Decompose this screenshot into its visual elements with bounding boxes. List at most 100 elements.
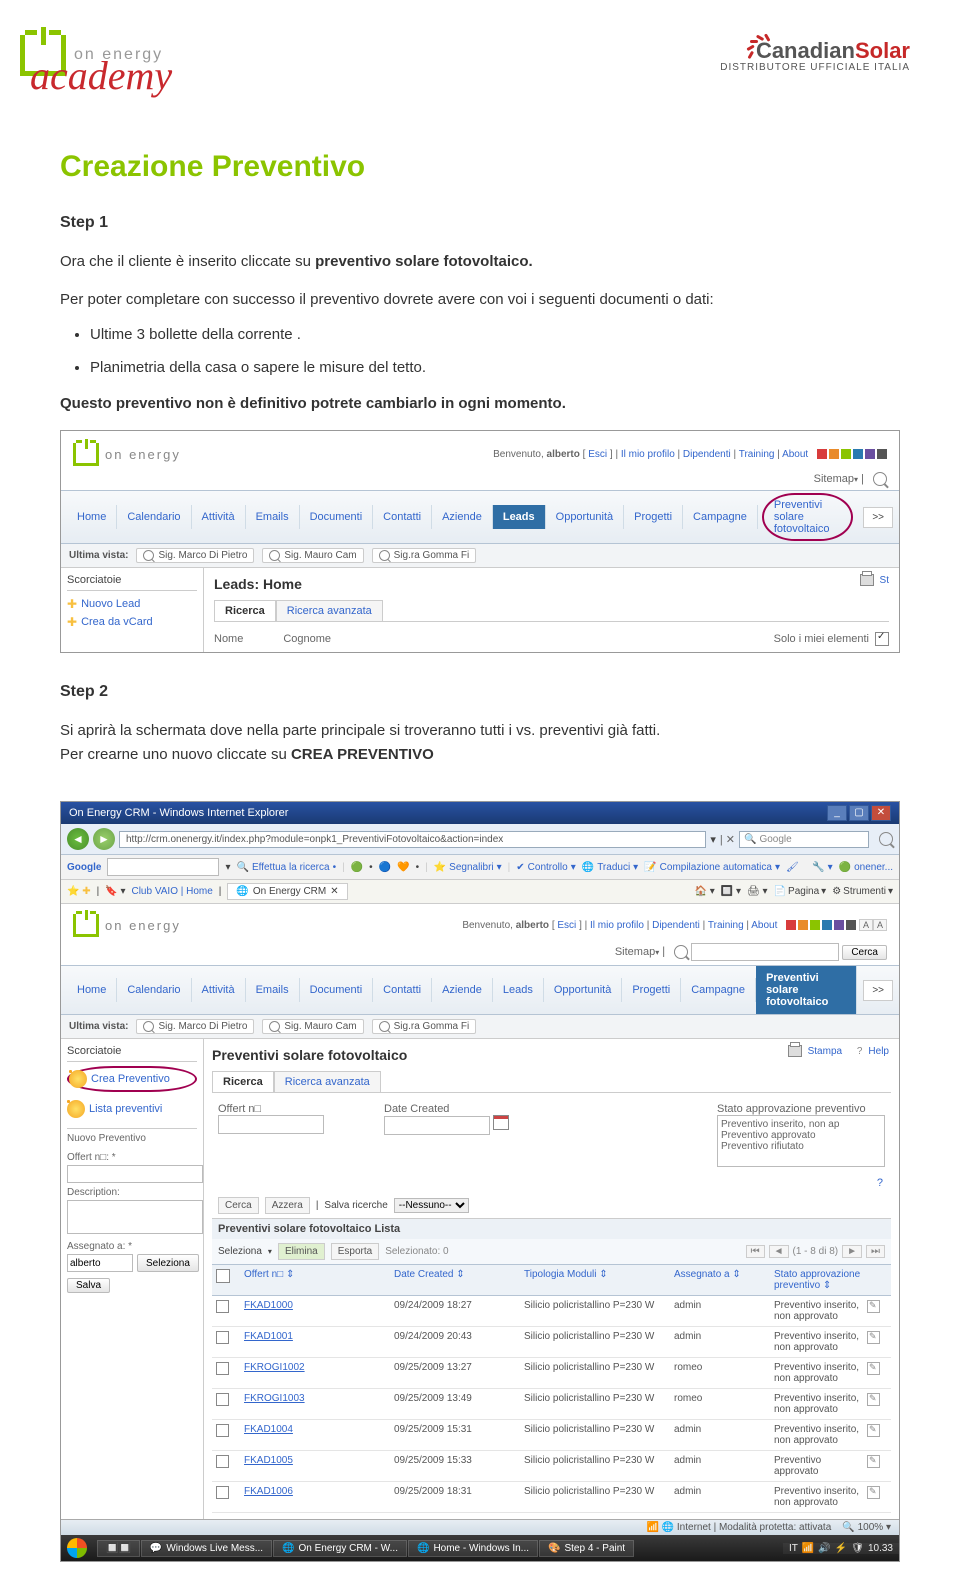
profile-link[interactable]: Il mio profilo — [621, 449, 675, 460]
tab-ricerca-avanzata[interactable]: Ricerca avanzata — [276, 600, 383, 621]
nav-aziende[interactable]: Aziende — [432, 505, 493, 529]
edit-icon[interactable] — [867, 1393, 880, 1406]
row-link[interactable]: FKAD1005 — [244, 1455, 293, 1466]
nav-opportunita[interactable]: Opportunità — [546, 505, 624, 529]
favorites-button[interactable]: ⭐ ✚ — [67, 886, 91, 897]
row-link[interactable]: FKAD1004 — [244, 1424, 293, 1435]
col-date[interactable]: Date Created ⇕ — [394, 1269, 524, 1291]
url-dropdown[interactable]: ▾ — [710, 833, 716, 846]
nav-home[interactable]: Home — [67, 505, 117, 529]
edit-icon[interactable] — [867, 1424, 880, 1437]
nav-more[interactable]: >> — [863, 507, 893, 528]
training-link[interactable]: Training — [739, 449, 775, 460]
close-button[interactable]: ✕ — [871, 805, 891, 821]
start-button[interactable] — [61, 1535, 93, 1561]
col-assigned[interactable]: Assegnato a ⇕ — [674, 1269, 774, 1291]
recent-item[interactable]: Sig. Marco Di Pietro — [136, 1019, 254, 1034]
search-icon[interactable] — [873, 472, 887, 486]
only-mine-checkbox[interactable] — [875, 632, 889, 646]
row-checkbox[interactable] — [216, 1393, 229, 1406]
tab-ricerca-avanzata[interactable]: Ricerca avanzata — [274, 1071, 381, 1092]
logout-link[interactable]: Esci — [557, 920, 576, 931]
delete-button[interactable]: Elimina — [278, 1243, 325, 1260]
search-button[interactable]: Cerca — [842, 945, 887, 960]
recent-item[interactable]: Sig. Mauro Cam — [262, 1019, 363, 1034]
offert-input[interactable] — [67, 1165, 203, 1183]
sitemap-link[interactable]: Sitemap▾ — [814, 473, 858, 485]
logout-link[interactable]: Esci — [588, 449, 607, 460]
nav-preventivi[interactable]: Preventivi solare fotovoltaico — [762, 493, 853, 541]
theme-swatches[interactable] — [786, 920, 856, 930]
theme-swatches[interactable] — [817, 449, 887, 459]
nav-calendario[interactable]: Calendario — [117, 505, 191, 529]
prev-page[interactable]: ◄ — [769, 1245, 789, 1258]
nav-progetti[interactable]: Progetti — [624, 505, 683, 529]
export-button[interactable]: Esporta — [331, 1243, 379, 1260]
taskbar-item[interactable]: 🌐 Home - Windows In... — [408, 1540, 538, 1557]
google-user[interactable]: 🟢 onener... — [839, 862, 893, 873]
row-checkbox[interactable] — [216, 1331, 229, 1344]
help-link[interactable]: Help — [868, 1046, 889, 1057]
spellcheck-button[interactable]: ✔ Controllo ▾ — [516, 862, 575, 873]
assigned-input[interactable] — [67, 1254, 133, 1272]
print-icon[interactable] — [860, 574, 874, 586]
forward-button[interactable]: ► — [93, 828, 115, 850]
nav-preventivi[interactable]: Preventivi solare fotovoltaico — [756, 966, 857, 1014]
minimize-button[interactable]: _ — [827, 805, 847, 821]
row-link[interactable]: FKAD1001 — [244, 1331, 293, 1342]
tab-ricerca[interactable]: Ricerca — [214, 600, 276, 621]
autofill-button[interactable]: 📝 Compilazione automatica ▾ — [644, 862, 780, 873]
first-page[interactable]: ⏮ — [746, 1245, 765, 1258]
nav-contatti[interactable]: Contatti — [373, 505, 432, 529]
crea-preventivo-link[interactable]: Crea Preventivo — [67, 1066, 197, 1092]
recent-item[interactable]: Sig. Mauro Cam — [262, 548, 363, 563]
feeds-button[interactable]: 🔲 ▾ — [721, 886, 741, 897]
print-link[interactable]: Stampa — [808, 1046, 842, 1057]
nav-aziende[interactable]: Aziende — [432, 978, 493, 1002]
help-toggle[interactable]: ? — [877, 1177, 883, 1189]
row-link[interactable]: FKAD1000 — [244, 1300, 293, 1311]
nav-emails[interactable]: Emails — [246, 505, 300, 529]
nav-documenti[interactable]: Documenti — [300, 505, 374, 529]
taskbar-item[interactable]: 🌐 On Energy CRM - W... — [273, 1540, 407, 1557]
lista-preventivi-link[interactable]: Lista preventivi — [67, 1098, 197, 1120]
save-button[interactable]: Salva — [67, 1278, 110, 1293]
employees-link[interactable]: Dipendenti — [683, 449, 731, 460]
nav-campagne[interactable]: Campagne — [681, 978, 756, 1002]
nav-opportunita[interactable]: Opportunità — [544, 978, 622, 1002]
nav-documenti[interactable]: Documenti — [300, 978, 374, 1002]
row-checkbox[interactable] — [216, 1424, 229, 1437]
print-icon[interactable] — [788, 1045, 802, 1057]
search-action[interactable]: Cerca — [218, 1197, 259, 1214]
vcard-link[interactable]: ✚Crea da vCard — [67, 613, 197, 631]
edit-icon[interactable] — [867, 1300, 880, 1313]
nav-calendario[interactable]: Calendario — [117, 978, 191, 1002]
fav-link[interactable]: Club VAIO | Home — [131, 886, 212, 897]
taskbar-item[interactable]: 🎨 Step 4 - Paint — [539, 1540, 634, 1557]
reset-action[interactable]: Azzera — [265, 1197, 310, 1214]
bookmarks-button[interactable]: ⭐ Segnalibri ▾ — [434, 862, 502, 873]
url-field[interactable]: http://crm.onenergy.it/index.php?module=… — [119, 831, 706, 848]
print-button[interactable]: 🖨 ▾ — [747, 886, 768, 897]
recent-item[interactable]: Sig. Marco Di Pietro — [136, 548, 254, 563]
google-search-input[interactable] — [107, 858, 219, 876]
search-icon[interactable] — [879, 832, 893, 846]
select-button[interactable]: Seleziona — [137, 1254, 199, 1272]
edit-icon[interactable] — [867, 1362, 880, 1375]
system-tray[interactable]: IT 📶🔊⚡🛡 10.33 — [783, 1543, 899, 1554]
maximize-button[interactable]: ▢ — [849, 805, 869, 821]
col-offert[interactable]: Offert n□ ⇕ — [244, 1269, 394, 1291]
new-lead-link[interactable]: ✚Nuovo Lead — [67, 595, 197, 613]
translate-button[interactable]: 🌐 Traduci ▾ — [582, 862, 638, 873]
filter-date-input[interactable] — [384, 1116, 490, 1135]
row-checkbox[interactable] — [216, 1486, 229, 1499]
nav-attivita[interactable]: Attività — [192, 505, 246, 529]
edit-icon[interactable] — [867, 1455, 880, 1468]
select-all-checkbox[interactable] — [216, 1269, 230, 1283]
last-page[interactable]: ⏭ — [866, 1245, 885, 1258]
row-checkbox[interactable] — [216, 1362, 229, 1375]
edit-icon[interactable] — [867, 1486, 880, 1499]
tab-ricerca[interactable]: Ricerca — [212, 1071, 274, 1092]
nav-attivita[interactable]: Attività — [192, 978, 246, 1002]
nav-campagne[interactable]: Campagne — [683, 505, 758, 529]
